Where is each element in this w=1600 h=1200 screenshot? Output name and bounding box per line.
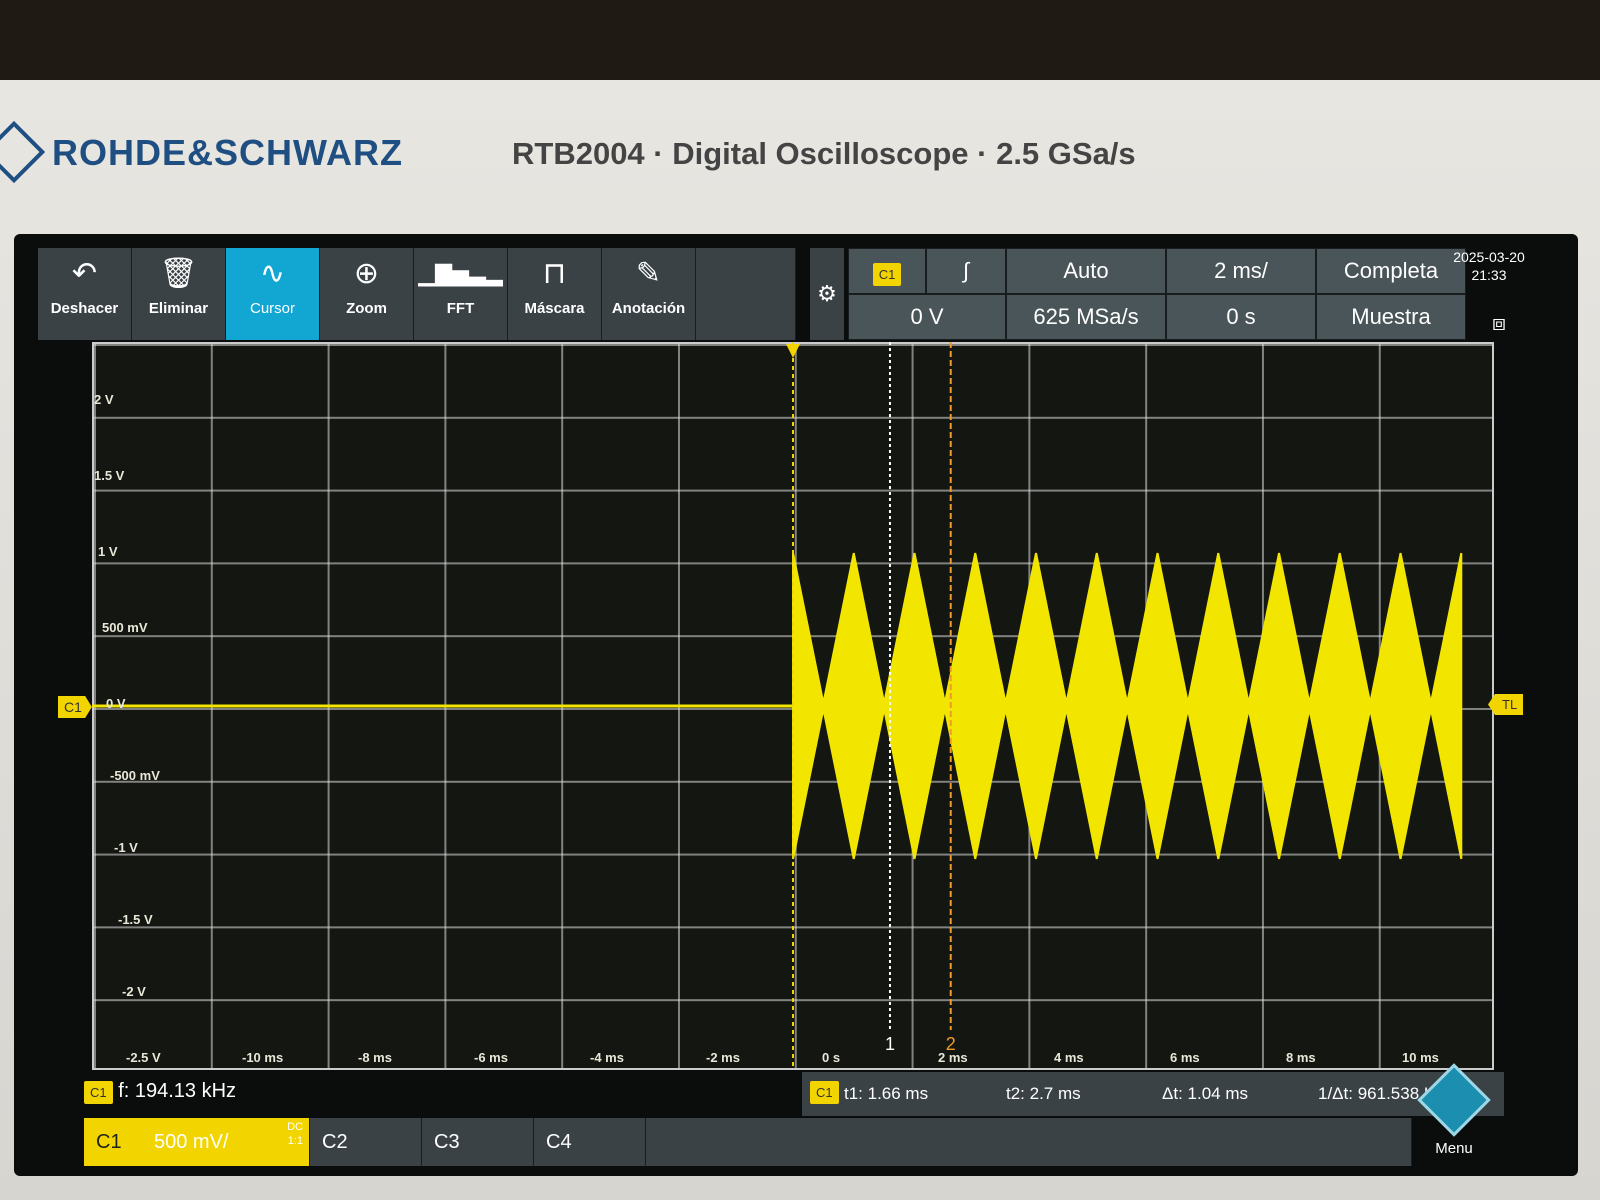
- y-label: 1.5 V: [94, 468, 125, 483]
- time-offset[interactable]: 0 s: [1166, 294, 1316, 340]
- mask-icon: ⊓: [542, 257, 567, 290]
- frequency-text: f: 194.13 kHz: [118, 1080, 237, 1102]
- gear-icon[interactable]: ⚙: [810, 248, 844, 340]
- cursor-button[interactable]: ∿ Cursor: [226, 248, 320, 340]
- x-label: 0 s: [822, 1050, 841, 1065]
- x-label: -4 ms: [590, 1050, 624, 1065]
- trash-icon: 🗑: [159, 257, 198, 290]
- toolbar: ↶ Deshacer 🗑 Eliminar ∿ Cursor ⊕ Zoom ▁▇…: [38, 248, 1570, 340]
- fft-icon: ▁▇▅▃▂: [418, 261, 503, 286]
- undo-icon: ↶: [71, 257, 98, 290]
- datetime: 2025-03-20 21:33: [1444, 248, 1534, 284]
- brand-name: ROHDE&SCHWARZ: [52, 132, 403, 173]
- date-text: 2025-03-20: [1453, 249, 1525, 265]
- channel-c1-button[interactable]: C1 500 mV/ DC 1:1: [84, 1118, 310, 1166]
- cursor-readout[interactable]: C1 t1: 1.66 ms t2: 2.7 ms Δt: 1.04 ms 1/…: [802, 1072, 1504, 1116]
- y-label: -2 V: [122, 984, 146, 999]
- zoom-button[interactable]: ⊕ Zoom: [320, 248, 414, 340]
- channel-c1-offset-marker[interactable]: C1: [58, 696, 92, 718]
- undo-button[interactable]: ↶ Deshacer: [38, 248, 132, 340]
- channel-c2-button[interactable]: C2: [310, 1118, 422, 1166]
- trigger-level[interactable]: 0 V: [848, 294, 1006, 340]
- cursor-t2: t2: 2.7 ms: [1006, 1084, 1081, 1103]
- x-label: 4 ms: [1054, 1050, 1084, 1065]
- trace-burst-envelope: [792, 552, 1463, 860]
- y-label: -1 V: [114, 840, 138, 855]
- network-icon: ⧈: [1492, 310, 1506, 335]
- cursor-delta-t: Δt: 1.04 ms: [1162, 1084, 1248, 1103]
- cursor-channel-badge: C1: [810, 1081, 839, 1104]
- toolbar-empty-slot: [696, 248, 796, 340]
- menu-button[interactable]: Menu: [1417, 1063, 1491, 1164]
- footer: C1 f: 194.13 kHz C1 t1: 1.66 ms t2: 2.7 …: [84, 1063, 1504, 1172]
- cursor-label-1: 1: [885, 1034, 895, 1054]
- x-label: 2 ms: [938, 1050, 968, 1065]
- trigger-slope-icon[interactable]: ∫: [926, 248, 1006, 294]
- oscilloscope-screen: ↶ Deshacer 🗑 Eliminar ∿ Cursor ⊕ Zoom ▁▇…: [14, 234, 1578, 1176]
- waveform-area[interactable]: 12: [92, 342, 1494, 1070]
- x-label: -6 ms: [474, 1050, 508, 1065]
- acquisition-mode[interactable]: Muestra: [1316, 294, 1466, 340]
- x-label: 10 ms: [1402, 1050, 1439, 1065]
- x-label: 8 ms: [1286, 1050, 1316, 1065]
- annotation-button[interactable]: ✎ Anotación: [602, 248, 696, 340]
- trigger-mode[interactable]: Auto: [1006, 248, 1166, 294]
- x-label: -2 ms: [706, 1050, 740, 1065]
- channel-c3-button[interactable]: C3: [422, 1118, 534, 1166]
- frequency-channel-badge: C1: [84, 1081, 113, 1104]
- channel-row-empty: [646, 1118, 1412, 1166]
- channel-c1-scale: 500 mV/: [154, 1131, 229, 1153]
- y-label: -2.5 V: [126, 1050, 161, 1065]
- channel-c4-button[interactable]: C4: [534, 1118, 646, 1166]
- pencil-icon: ✎: [635, 257, 662, 290]
- x-label: -10 ms: [242, 1050, 284, 1065]
- mask-button[interactable]: ⊓ Máscara: [508, 248, 602, 340]
- x-label: 6 ms: [1170, 1050, 1200, 1065]
- y-label: 1 V: [98, 544, 118, 559]
- sample-rate: 625 MSa/s: [1006, 294, 1166, 340]
- brand-bar: ROHDE&SCHWARZ RTB2004 · Digital Oscillos…: [0, 120, 1600, 184]
- y-label: 2 V: [94, 392, 114, 407]
- trigger-position-marker: [786, 344, 800, 358]
- zoom-icon: ⊕: [353, 257, 380, 290]
- y-label: -1.5 V: [118, 912, 153, 927]
- rs-menu-icon: [1417, 1063, 1491, 1137]
- x-label: -8 ms: [358, 1050, 392, 1065]
- fft-button[interactable]: ▁▇▅▃▂ FFT: [414, 248, 508, 340]
- frequency-readout: C1 f: 194.13 kHz: [84, 1080, 236, 1104]
- time-text: 21:33: [1471, 267, 1507, 283]
- trigger-level-marker[interactable]: TL: [1488, 694, 1524, 715]
- trigger-source[interactable]: C1: [848, 248, 926, 294]
- timebase[interactable]: 2 ms/: [1166, 248, 1316, 294]
- y-label: -500 mV: [110, 768, 160, 783]
- model-line: RTB2004 · Digital Oscilloscope · 2.5 GSa…: [512, 136, 1136, 171]
- rs-logo-icon: [0, 120, 46, 184]
- cursor-wave-icon: ∿: [259, 257, 286, 290]
- cursor-t1: t1: 1.66 ms: [844, 1084, 929, 1103]
- y-label: 0 V: [106, 696, 126, 711]
- delete-button[interactable]: 🗑 Eliminar: [132, 248, 226, 340]
- channel-c1-coupling: DC 1:1: [287, 1121, 303, 1147]
- y-label: 500 mV: [102, 620, 148, 635]
